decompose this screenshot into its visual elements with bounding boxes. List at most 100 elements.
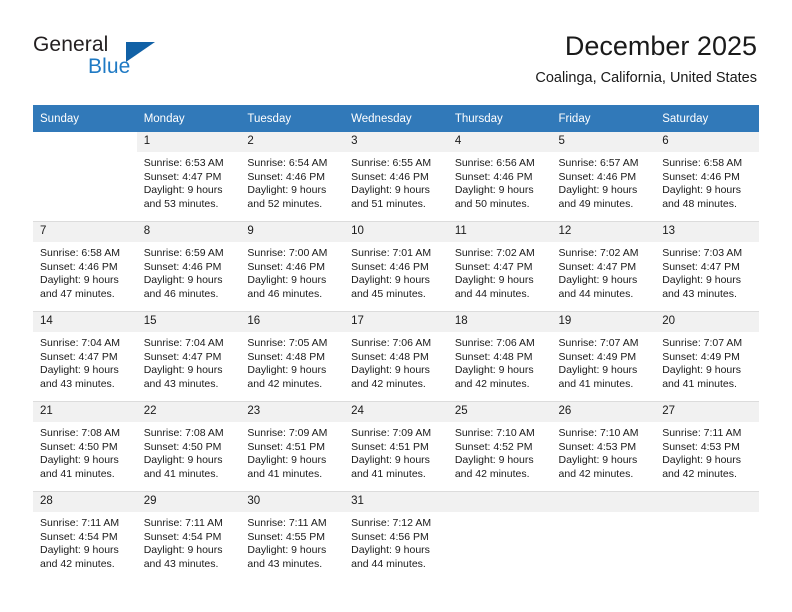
daylight-text-line2: and 43 minutes. <box>247 557 323 570</box>
calendar-day-cell[interactable]: 16 Sunrise: 7:05 AM Sunset: 4:48 PM Dayligh… <box>240 311 345 402</box>
daylight-text-line1: Daylight: 9 hours <box>40 454 119 466</box>
sunset-text: Sunset: 4:47 PM <box>558 260 637 273</box>
daylight-text-line1: Daylight: 9 hours <box>662 364 742 376</box>
daylight-text-line1: Daylight: 9 hours <box>247 274 327 286</box>
calendar-day-cell[interactable]: 13 Sunrise: 7:03 AM Sunset: 4:47 PM Dayligh… <box>655 221 759 312</box>
calendar-day-cell[interactable]: 31 Sunrise: 7:12 AM Sunset: 4:56 PM Dayligh… <box>344 491 448 581</box>
calendar-day-cell[interactable]: 21 Sunrise: 7:08 AM Sunset: 4:50 PM Dayligh… <box>33 401 137 492</box>
day-details: Sunrise: 7:11 AM Sunset: 4:53 PM Daylight:… <box>655 422 759 481</box>
daylight-text-line1: Daylight: 9 hours <box>143 544 223 556</box>
day-details: Sunrise: 7:02 AM Sunset: 4:47 PM Daylight:… <box>448 242 552 301</box>
daylight-text-line2: and 45 minutes. <box>351 287 426 300</box>
daylight-text-line1: Daylight: 9 hours <box>247 364 327 376</box>
day-details: Sunrise: 6:54 AM Sunset: 4:46 PM Daylight:… <box>240 152 344 211</box>
daylight-text-line2: and 51 minutes. <box>351 197 426 210</box>
sunset-text: Sunset: 4:53 PM <box>558 440 637 453</box>
calendar-day-cell[interactable]: 24 Sunrise: 7:09 AM Sunset: 4:51 PM Dayligh… <box>344 401 448 492</box>
calendar-day-cell[interactable]: 14 Sunrise: 7:04 AM Sunset: 4:47 PM Dayligh… <box>33 311 137 402</box>
day-details: Sunrise: 6:55 AM Sunset: 4:46 PM Daylight:… <box>344 152 448 211</box>
calendar-day-cell[interactable]: 19 Sunrise: 7:07 AM Sunset: 4:49 PM Dayligh… <box>551 311 656 402</box>
calendar-day-cell[interactable]: 28 Sunrise: 7:11 AM Sunset: 4:54 PM Dayligh… <box>33 491 137 581</box>
sunset-text: Sunset: 4:49 PM <box>558 350 637 363</box>
sunrise-text: Sunrise: 7:08 AM <box>143 427 224 439</box>
calendar-day-cell[interactable]: 2 Sunrise: 6:54 AM Sunset: 4:46 PM Daylight… <box>240 132 345 222</box>
day-number: 4 <box>447 132 552 152</box>
sunset-text: Sunset: 4:46 PM <box>351 170 429 183</box>
calendar-day-cell[interactable]: 25 Sunrise: 7:10 AM Sunset: 4:52 PM Dayligh… <box>447 401 552 492</box>
daylight-text-line1: Daylight: 9 hours <box>143 184 223 196</box>
calendar-day-cell[interactable]: 10 Sunrise: 7:01 AM Sunset: 4:46 PM Dayligh… <box>344 221 448 312</box>
daylight-text-line2: and 53 minutes. <box>143 197 219 210</box>
calendar-day-cell[interactable]: 11 Sunrise: 7:02 AM Sunset: 4:47 PM Dayligh… <box>447 221 552 312</box>
day-details: Sunrise: 7:08 AM Sunset: 4:50 PM Daylight:… <box>33 422 137 481</box>
daylight-text-line1: Daylight: 9 hours <box>558 184 638 196</box>
page-title: December 2025 <box>564 31 757 61</box>
weekday-header-saturday: Saturday <box>655 105 759 132</box>
day-number <box>655 492 759 512</box>
daylight-text-line2: and 42 minutes. <box>40 557 115 570</box>
calendar-day-cell[interactable]: 23 Sunrise: 7:09 AM Sunset: 4:51 PM Dayligh… <box>240 401 345 492</box>
sunrise-text: Sunrise: 7:06 AM <box>351 337 432 349</box>
daylight-text-line1: Daylight: 9 hours <box>143 364 223 376</box>
sunrise-text: Sunrise: 7:03 AM <box>662 247 743 259</box>
sunset-text: Sunset: 4:46 PM <box>454 170 533 183</box>
sunset-text: Sunset: 4:46 PM <box>40 260 118 273</box>
calendar-day-cell[interactable]: 6 Sunrise: 6:58 AM Sunset: 4:46 PM Daylight… <box>655 132 759 222</box>
day-details: Sunrise: 7:04 AM Sunset: 4:47 PM Daylight:… <box>33 332 137 391</box>
calendar-day-cell[interactable]: 26 Sunrise: 7:10 AM Sunset: 4:53 PM Dayligh… <box>551 401 656 492</box>
sunset-text: Sunset: 4:46 PM <box>351 260 429 273</box>
daylight-text-line2: and 42 minutes. <box>351 377 426 390</box>
calendar-day-cell[interactable]: 7 Sunrise: 6:58 AM Sunset: 4:46 PM Daylight… <box>33 221 137 312</box>
daylight-text-line1: Daylight: 9 hours <box>247 454 327 466</box>
calendar-day-cell[interactable]: 1 Sunrise: 6:53 AM Sunset: 4:47 PM Daylight… <box>136 132 241 222</box>
calendar-day-cell[interactable]: 4 Sunrise: 6:56 AM Sunset: 4:46 PM Daylight… <box>447 132 552 222</box>
daylight-text-line2: and 43 minutes. <box>143 377 219 390</box>
day-number: 27 <box>655 402 759 422</box>
calendar-day-cell[interactable]: 29 Sunrise: 7:11 AM Sunset: 4:54 PM Dayligh… <box>136 491 241 581</box>
calendar-day-cell[interactable]: 15 Sunrise: 7:04 AM Sunset: 4:47 PM Dayligh… <box>136 311 241 402</box>
sunrise-text: Sunrise: 7:11 AM <box>662 427 742 439</box>
calendar-day-cell[interactable]: 17 Sunrise: 7:06 AM Sunset: 4:48 PM Dayligh… <box>344 311 448 402</box>
calendar-day-cell[interactable]: 20 Sunrise: 7:07 AM Sunset: 4:49 PM Dayligh… <box>655 311 759 402</box>
calendar-day-cell[interactable]: 18 Sunrise: 7:06 AM Sunset: 4:48 PM Dayligh… <box>447 311 552 402</box>
sunrise-text: Sunrise: 6:55 AM <box>351 157 432 169</box>
weekday-header-sunday: Sunday <box>33 105 137 132</box>
sunrise-text: Sunrise: 6:59 AM <box>143 247 224 259</box>
day-details: Sunrise: 7:05 AM Sunset: 4:48 PM Daylight:… <box>240 332 344 391</box>
calendar-day-cell[interactable]: 3 Sunrise: 6:55 AM Sunset: 4:46 PM Daylight… <box>344 132 448 222</box>
daylight-text-line2: and 41 minutes. <box>40 467 115 480</box>
calendar-day-cell[interactable]: 9 Sunrise: 7:00 AM Sunset: 4:46 PM Daylight… <box>240 221 345 312</box>
sunset-text: Sunset: 4:51 PM <box>247 440 326 453</box>
daylight-text-line1: Daylight: 9 hours <box>454 364 534 376</box>
weekday-header-thursday: Thursday <box>447 105 552 132</box>
calendar-week-row: 28 Sunrise: 7:11 AM Sunset: 4:54 PM Dayligh… <box>33 491 759 581</box>
daylight-text-line1: Daylight: 9 hours <box>143 274 223 286</box>
daylight-text-line1: Daylight: 9 hours <box>558 364 638 376</box>
weekday-header-friday: Friday <box>551 105 656 132</box>
day-details: Sunrise: 7:08 AM Sunset: 4:50 PM Daylight:… <box>137 422 241 481</box>
day-details: Sunrise: 7:12 AM Sunset: 4:56 PM Daylight:… <box>344 512 448 571</box>
general-blue-logo[interactable]: General Blue <box>33 33 253 83</box>
day-details: Sunrise: 6:58 AM Sunset: 4:46 PM Daylight:… <box>33 242 137 301</box>
calendar-day-cell[interactable]: 5 Sunrise: 6:57 AM Sunset: 4:46 PM Daylight… <box>551 132 656 222</box>
daylight-text-line2: and 46 minutes. <box>247 287 323 300</box>
daylight-text-line2: and 44 minutes. <box>351 557 426 570</box>
day-number: 18 <box>447 312 552 332</box>
day-number: 19 <box>551 312 656 332</box>
calendar-day-cell[interactable]: 8 Sunrise: 6:59 AM Sunset: 4:46 PM Daylight… <box>136 221 241 312</box>
sunrise-text: Sunrise: 7:00 AM <box>247 247 328 259</box>
calendar-day-cell[interactable]: 12 Sunrise: 7:02 AM Sunset: 4:47 PM Dayligh… <box>551 221 656 312</box>
calendar-day-cell[interactable]: 22 Sunrise: 7:08 AM Sunset: 4:50 PM Dayligh… <box>136 401 241 492</box>
sunrise-text: Sunrise: 7:11 AM <box>40 517 120 529</box>
day-details: Sunrise: 7:10 AM Sunset: 4:53 PM Daylight:… <box>552 422 656 481</box>
daylight-text-line2: and 42 minutes. <box>454 467 530 480</box>
daylight-text-line2: and 41 minutes. <box>247 467 323 480</box>
calendar-day-cell[interactable]: 30 Sunrise: 7:11 AM Sunset: 4:55 PM Dayligh… <box>240 491 345 581</box>
daylight-text-line2: and 43 minutes. <box>40 377 115 390</box>
sunrise-text: Sunrise: 7:09 AM <box>247 427 328 439</box>
day-number: 31 <box>344 492 448 512</box>
daylight-text-line2: and 43 minutes. <box>143 557 219 570</box>
day-number: 22 <box>136 402 241 422</box>
sunset-text: Sunset: 4:53 PM <box>662 440 740 453</box>
calendar-day-cell[interactable]: 27 Sunrise: 7:11 AM Sunset: 4:53 PM Dayligh… <box>655 401 759 492</box>
